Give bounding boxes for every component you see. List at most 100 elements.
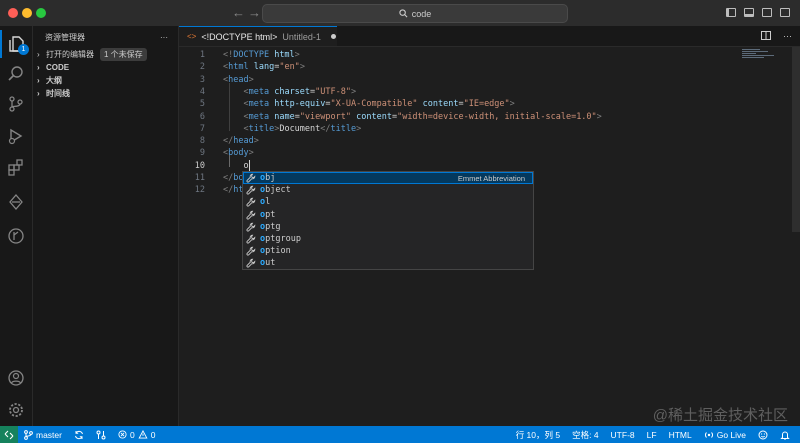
tab-untitled-1[interactable]: <> <!DOCTYPE html> Untitled-1 — [179, 26, 337, 46]
suggestion-item[interactable]: o ption — [243, 245, 533, 257]
maximize-window-button[interactable] — [36, 8, 46, 18]
indentation-status[interactable]: 空格: 4 — [566, 429, 604, 441]
tab-subtitle: Untitled-1 — [282, 31, 321, 42]
git-graph-activity[interactable] — [0, 222, 32, 250]
section-timeline[interactable]: › 时间线 — [33, 87, 178, 100]
manage-activity[interactable] — [0, 396, 32, 424]
code-line[interactable]: 3 <head> — [179, 74, 719, 86]
toggle-secondary-sidebar-icon[interactable] — [762, 8, 772, 17]
encoding-status[interactable]: UTF-8 — [605, 430, 641, 440]
code-line[interactable]: 4 <meta charset="UTF-8"> — [179, 86, 719, 98]
error-icon — [118, 430, 127, 439]
suggestion-widget[interactable]: o bj Emmet Abbreviation o bject o l o pt o ptg o ptg… — [242, 171, 534, 270]
line-number: 5 — [199, 99, 205, 110]
warning-icon — [138, 430, 148, 439]
search-icon — [399, 9, 408, 18]
code-line[interactable]: 6 <meta name="viewport" content="width=d… — [179, 111, 719, 123]
branch-icon — [24, 429, 33, 440]
more-actions-icon[interactable]: ··· — [783, 31, 792, 41]
suggestion-label: ut — [265, 258, 276, 269]
code-token: body — [228, 148, 249, 159]
minimap[interactable] — [742, 48, 782, 64]
suggestion-item[interactable]: ol — [243, 196, 533, 208]
branch-status[interactable]: master — [18, 430, 68, 440]
line-number: 10 — [194, 160, 205, 171]
code-token: <! — [223, 50, 234, 60]
git-compare-status[interactable] — [90, 430, 112, 440]
section-label: 时间线 — [46, 89, 70, 98]
sync-status[interactable] — [68, 430, 90, 440]
account-icon — [8, 370, 24, 386]
code-token: DOCTYPE — [233, 50, 270, 60]
suggestion-item[interactable]: o ut — [243, 257, 533, 269]
search-activity[interactable] — [0, 60, 32, 88]
code-token: "IE=edge" — [463, 99, 510, 110]
suggestion-item[interactable]: o bject — [243, 184, 533, 196]
run-debug-activity[interactable] — [0, 122, 32, 150]
command-center-search[interactable]: code — [262, 4, 568, 23]
code-token: > — [356, 123, 362, 134]
code-line[interactable]: 10 o — [179, 159, 719, 172]
section-open-editors[interactable]: › 打开的编辑器 1 个未保存 — [33, 48, 178, 61]
code-token: > — [253, 136, 259, 147]
extensions-activity[interactable] — [0, 154, 32, 182]
remote-indicator[interactable] — [0, 426, 18, 443]
code-line[interactable]: 5 <meta http-equiv="X-UA-Compatible" con… — [179, 98, 719, 110]
feedback-icon — [758, 430, 768, 439]
toggle-sidebar-icon[interactable] — [726, 8, 736, 17]
code-token: lang — [248, 62, 275, 73]
suggestion-label: pt — [265, 209, 276, 220]
unsaved-dot-icon[interactable] — [330, 34, 336, 39]
code-text: <html lang="en"> — [223, 61, 305, 73]
git-graph-icon — [8, 228, 24, 244]
suggestion-item[interactable]: o pt — [243, 209, 533, 221]
code-text: <meta http-equiv="X-UA-Compatible" conte… — [223, 98, 514, 110]
more-actions-icon[interactable]: ··· — [160, 33, 168, 42]
source-control-activity[interactable] — [0, 90, 32, 118]
accounts-activity[interactable] — [0, 364, 32, 392]
toggle-panel-icon[interactable] — [744, 8, 754, 17]
forward-arrow-icon[interactable]: → — [248, 5, 261, 20]
explorer-activity[interactable]: 1 — [0, 30, 32, 58]
customize-layout-icon[interactable] — [780, 8, 790, 17]
code-line[interactable]: 1 <!DOCTYPE html> — [179, 49, 719, 61]
code-token: meta — [248, 99, 270, 110]
suggestion-item[interactable]: o bj Emmet Abbreviation — [243, 172, 533, 185]
remote-icon — [4, 430, 14, 439]
go-live-button[interactable]: Go Live — [698, 430, 752, 440]
cursor-position[interactable]: 行 10，列 5 — [510, 429, 566, 441]
code-token: "viewport" — [299, 111, 351, 122]
wrench-icon — [246, 210, 257, 220]
html-file-icon: <> — [187, 32, 197, 41]
broadcast-icon — [704, 431, 713, 438]
remote-explorer-activity[interactable] — [0, 188, 32, 216]
code-token: > — [351, 86, 357, 97]
bell-icon — [780, 431, 790, 439]
back-arrow-icon[interactable]: ← — [232, 5, 245, 20]
section-outline[interactable]: › 大纲 — [33, 74, 178, 87]
wrench-icon — [246, 258, 257, 268]
eol-status[interactable]: LF — [641, 430, 663, 440]
language-mode[interactable]: HTML — [663, 430, 698, 440]
code-token: > — [294, 50, 300, 60]
unsaved-badge: 1 个未保存 — [100, 48, 147, 61]
notifications-button[interactable] — [774, 430, 796, 440]
code-token: Document — [279, 123, 321, 134]
problems-status[interactable]: 0 0 — [112, 430, 161, 440]
close-window-button[interactable] — [8, 8, 18, 18]
code-line[interactable]: 2 <html lang="en"> — [179, 61, 719, 73]
suggestion-item[interactable]: o ptgroup — [243, 233, 533, 245]
suggestion-item[interactable]: o ptg — [243, 221, 533, 233]
split-editor-icon[interactable] — [761, 31, 771, 40]
section-code[interactable]: › CODE — [33, 61, 178, 74]
code-text: o — [223, 159, 250, 172]
vertical-scrollbar[interactable] — [792, 47, 800, 232]
feedback-button[interactable] — [752, 430, 774, 440]
code-line[interactable]: 8 </head> — [179, 135, 719, 147]
line-number: 8 — [199, 136, 205, 147]
code-line[interactable]: 7 <title>Document</title> — [179, 123, 719, 135]
code-line[interactable]: 9 <body> — [179, 147, 719, 159]
status-bar-right: 行 10，列 5 空格: 4 UTF-8 LF HTML Go Live — [510, 426, 796, 443]
minimize-window-button[interactable] — [22, 8, 32, 18]
